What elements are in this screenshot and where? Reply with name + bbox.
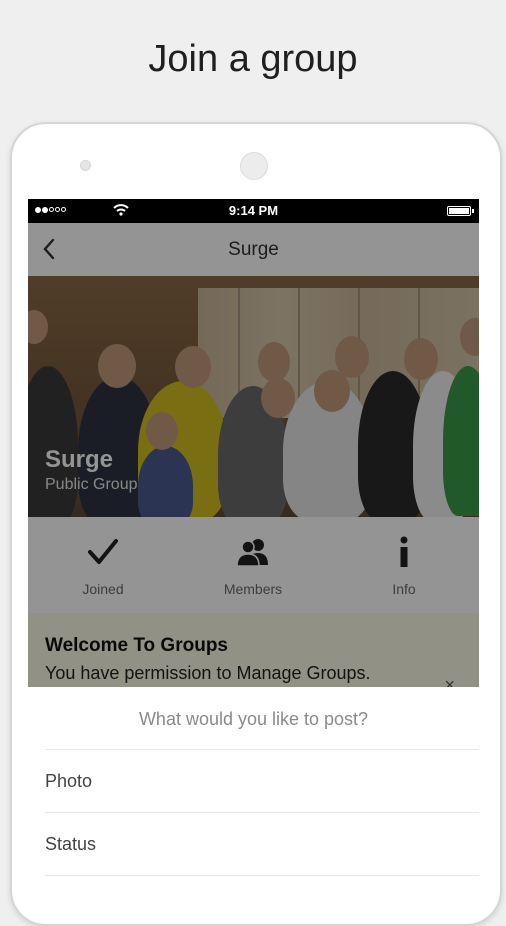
battery-icon — [447, 206, 474, 216]
modal-overlay[interactable] — [28, 223, 479, 687]
phone-camera — [240, 152, 268, 180]
phone-sensor-dot — [80, 160, 91, 171]
post-options-sheet: What would you like to post? Photo Statu… — [28, 687, 479, 900]
page-headline: Join a group — [148, 38, 358, 80]
post-option-photo[interactable]: Photo — [45, 749, 479, 812]
post-option-label: Photo — [45, 771, 93, 791]
post-option-status[interactable]: Status — [45, 812, 479, 875]
post-sheet-title: What would you like to post? — [138, 709, 369, 729]
post-option-label: Status — [45, 834, 97, 854]
post-option-next[interactable] — [45, 875, 479, 900]
phone-screen: 9:14 PM Surge Surge Public Group Joined … — [28, 199, 479, 900]
status-time: 9:14 PM — [228, 203, 279, 218]
status-bar: 9:14 PM — [28, 199, 479, 223]
